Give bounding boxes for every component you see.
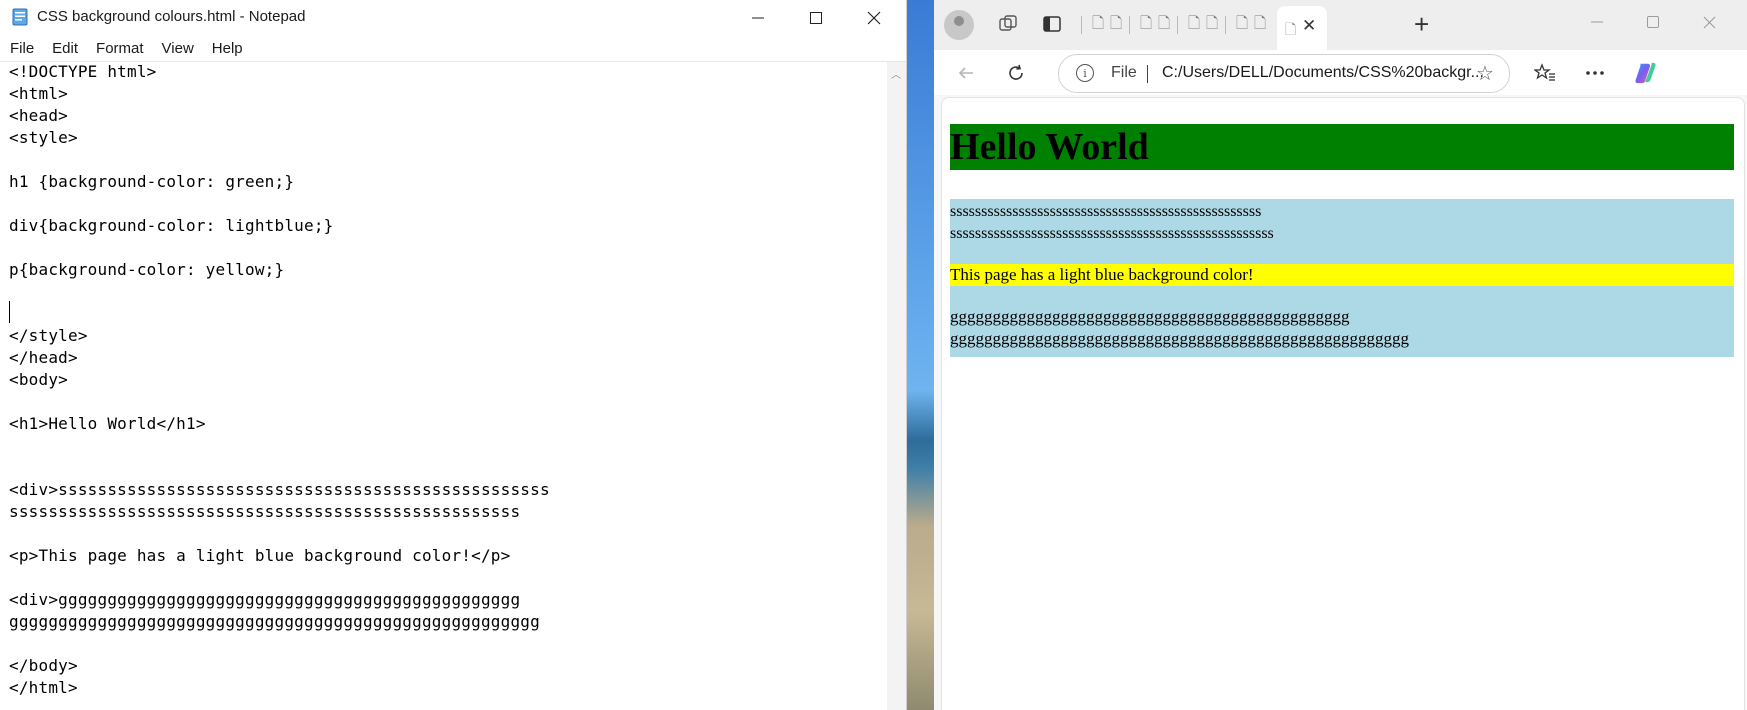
file-icon: 🗋	[1285, 21, 1297, 37]
tab-file[interactable]: 🗋	[1233, 15, 1251, 34]
address-toolbar: i File C:/Users/DELL/Documents/CSS%20bac…	[934, 50, 1747, 95]
info-icon[interactable]: i	[1076, 64, 1094, 82]
address-url[interactable]: C:/Users/DELL/Documents/CSS%20backgr...	[1162, 64, 1484, 82]
editor-line: div{background-color: lightblue;}	[9, 216, 334, 235]
tab-file[interactable]: 🗋	[1107, 15, 1125, 34]
vertical-scrollbar[interactable]: ︿	[887, 62, 906, 710]
page-heading: Hello World	[950, 124, 1734, 170]
plus-icon: +	[1414, 9, 1430, 39]
editor-line: p{background-color: yellow;}	[9, 260, 285, 279]
close-tab-icon[interactable]: ✕	[1302, 16, 1316, 36]
favorites-icon[interactable]	[1533, 61, 1557, 85]
rendered-webpage: Hello World ssssssssssssssssssssssssssss…	[941, 97, 1745, 710]
menu-view[interactable]: View	[152, 37, 202, 61]
editor-line: <html>	[9, 84, 68, 103]
lightblue-div: ssssssssssssssssssssssssssssssssssssssss…	[950, 199, 1734, 357]
menu-format[interactable]: Format	[86, 37, 152, 61]
desktop-wallpaper	[907, 0, 934, 710]
file-icon: 🗋	[1205, 14, 1219, 32]
minimize-icon	[1591, 21, 1603, 23]
browser-minimize-button[interactable]	[1569, 0, 1625, 44]
maximize-icon	[1647, 16, 1659, 28]
file-icon: 🗋	[1253, 14, 1267, 32]
notepad-titlebar[interactable]: CSS background colours.html - Notepad	[0, 0, 906, 36]
menu-edit[interactable]: Edit	[42, 37, 86, 61]
editor-line: </head>	[9, 348, 78, 367]
close-icon	[1703, 16, 1715, 28]
minimize-icon	[752, 17, 764, 19]
tab-divider	[1081, 16, 1082, 34]
editor-line: <div>ggggggggggggggggggggggggggggggggggg…	[9, 590, 521, 609]
text-editor-area[interactable]: <!DOCTYPE html> <html> <head> <style> h1…	[0, 62, 887, 710]
editor-line: <h1>Hello World</h1>	[9, 414, 206, 433]
maximize-icon	[810, 12, 822, 24]
tab-file[interactable]: 🗋	[1203, 15, 1221, 34]
file-icon: 🗋	[1139, 14, 1153, 32]
editor-line: h1 {background-color: green;}	[9, 172, 295, 191]
yellow-paragraph: This page has a light blue background co…	[950, 264, 1734, 286]
editor-line: <p>This page has a light blue background…	[9, 546, 511, 565]
address-scheme: File	[1111, 64, 1137, 81]
tab-file[interactable]: 🗋	[1155, 15, 1173, 34]
browser-maximize-button[interactable]	[1625, 0, 1681, 44]
more-icon[interactable]	[1583, 61, 1607, 85]
editor-line: ssssssssssssssssssssssssssssssssssssssss…	[9, 502, 521, 521]
text-caret	[9, 301, 10, 323]
close-button[interactable]	[845, 0, 903, 36]
tab-divider	[1225, 16, 1226, 34]
tab-actions-icon[interactable]	[1041, 13, 1063, 35]
menu-file[interactable]: File	[0, 37, 42, 61]
editor-line: <style>	[9, 128, 78, 147]
menu-bar: File Edit Format View Help	[0, 37, 906, 62]
browser-window: 🗋 🗋 🗋 🗋 🗋 🗋 🗋 🗋 🗋 ✕ + i File C:/Users/DE…	[934, 0, 1747, 710]
editor-line: </body>	[9, 656, 78, 675]
tab-file[interactable]: 🗋	[1089, 15, 1107, 34]
notepad-icon	[12, 8, 28, 26]
address-bar[interactable]: i File C:/Users/DELL/Documents/CSS%20bac…	[1058, 54, 1510, 93]
editor-line: <div>sssssssssssssssssssssssssssssssssss…	[9, 480, 550, 499]
menu-help[interactable]: Help	[202, 37, 251, 61]
editor-line: <!DOCTYPE html>	[9, 62, 157, 81]
file-icon: 🗋	[1091, 14, 1105, 32]
editor-line: gggggggggggggggggggggggggggggggggggggggg…	[9, 612, 540, 631]
browser-close-button[interactable]	[1681, 0, 1737, 44]
editor-line: <body>	[9, 370, 68, 389]
div-text-g: gggggggggggggggggggggggggggggggggggggggg…	[950, 307, 1409, 348]
refresh-icon[interactable]	[1004, 61, 1028, 85]
file-icon: 🗋	[1109, 14, 1123, 32]
back-arrow-icon[interactable]	[954, 61, 978, 85]
editor-line: <head>	[9, 106, 68, 125]
notepad-window: CSS background colours.html - Notepad Fi…	[0, 0, 907, 710]
scroll-up-icon[interactable]: ︿	[891, 66, 901, 81]
workspaces-icon[interactable]	[997, 13, 1019, 35]
tab-strip: 🗋 🗋 🗋 🗋 🗋 🗋 🗋 🗋 🗋 ✕ +	[934, 0, 1747, 50]
file-icon: 🗋	[1187, 14, 1201, 32]
profile-avatar-icon[interactable]	[944, 10, 974, 40]
close-icon	[867, 11, 881, 25]
file-icon: 🗋	[1235, 14, 1249, 32]
maximize-button[interactable]	[787, 0, 845, 36]
tab-divider	[1129, 16, 1130, 34]
div-text-s: ssssssssssssssssssssssssssssssssssssssss…	[950, 203, 1274, 242]
new-tab-button[interactable]: +	[1414, 11, 1429, 37]
file-icon: 🗋	[1157, 14, 1171, 32]
address-divider	[1147, 65, 1148, 83]
window-title: CSS background colours.html - Notepad	[37, 8, 306, 25]
tab-file[interactable]: 🗋	[1251, 15, 1269, 34]
copilot-icon[interactable]	[1634, 61, 1658, 85]
minimize-button[interactable]	[729, 0, 787, 36]
active-tab[interactable]: 🗋 ✕	[1277, 6, 1327, 50]
tab-divider	[1177, 16, 1178, 34]
tab-file[interactable]: 🗋	[1137, 15, 1155, 34]
editor-line: </html>	[9, 678, 78, 697]
editor-line: </style>	[9, 326, 88, 345]
star-icon[interactable]: ☆	[1476, 61, 1494, 86]
tab-file[interactable]: 🗋	[1185, 15, 1203, 34]
